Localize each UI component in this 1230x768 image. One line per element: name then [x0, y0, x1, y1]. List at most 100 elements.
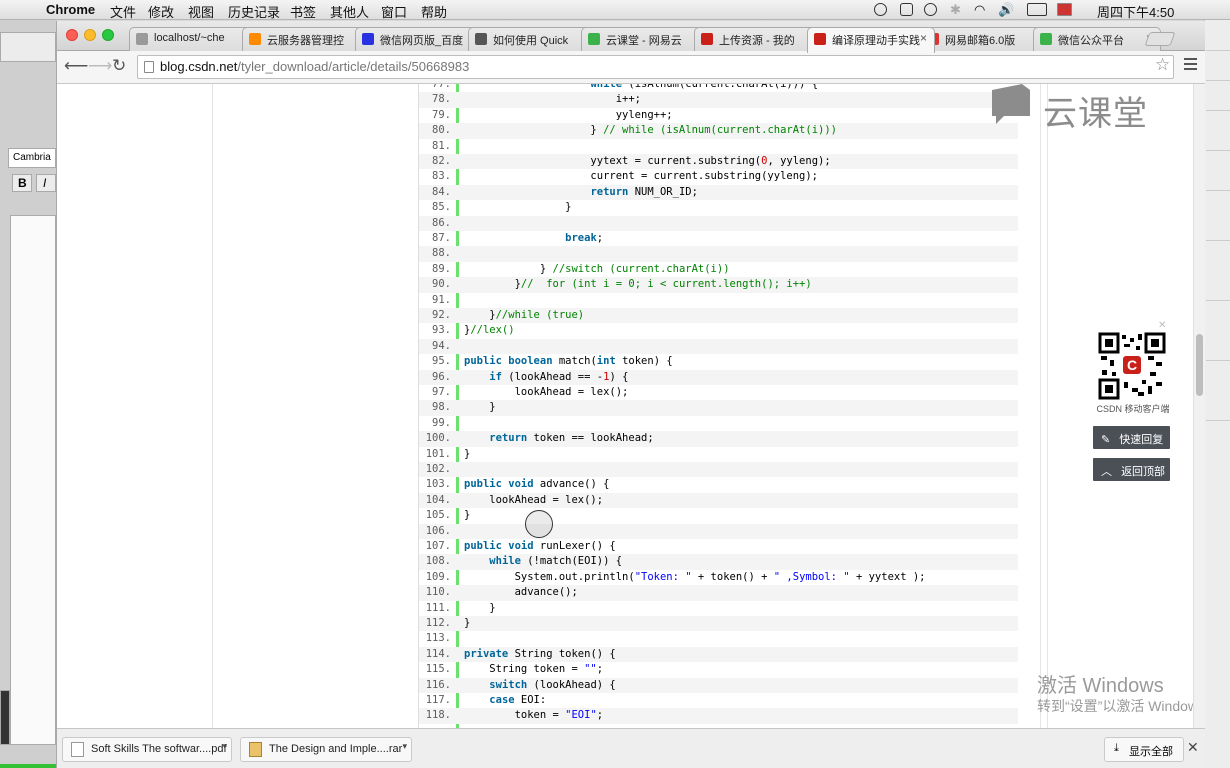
line-number: 117.: [425, 694, 451, 706]
code-token: void: [508, 540, 534, 552]
code-token: void: [508, 478, 534, 491]
code-text: token = "EOI";: [464, 708, 604, 723]
chevron-down-icon[interactable]: ▾: [222, 741, 227, 752]
forward-button[interactable]: ⟶: [88, 56, 112, 76]
browser-tab[interactable]: 网易邮箱6.0版 ×: [920, 27, 1048, 52]
close-window-button[interactable]: [66, 29, 78, 41]
italic-button[interactable]: I: [36, 174, 56, 192]
browser-tab[interactable]: localhost/~che×: [129, 27, 257, 52]
windows-activation-subtitle: 转到“设置”以激活 Windows。: [1037, 698, 1205, 714]
browser-tab[interactable]: 云服务器管理控×: [242, 27, 370, 52]
back-to-top-button[interactable]: ︿ 返回顶部: [1093, 458, 1170, 481]
input-flag-icon[interactable]: [1057, 3, 1072, 16]
quick-reply-button[interactable]: ✎ 快速回复: [1093, 426, 1170, 449]
download-item-pdf[interactable]: Soft Skills The softwar....pdf ▾: [62, 737, 232, 762]
volume-icon[interactable]: 🔊: [998, 2, 1014, 18]
page-scrollbar[interactable]: [1193, 84, 1205, 728]
code-line: 103. public void advance() {: [419, 477, 1018, 492]
line-number: 105.: [425, 509, 451, 522]
code-text: lookAhead = lex();: [464, 493, 603, 508]
scrollbar-thumb[interactable]: [1196, 334, 1203, 396]
new-tab-button[interactable]: [1144, 32, 1176, 46]
code-line: 101.}: [419, 447, 1018, 462]
reload-button[interactable]: ↻: [112, 56, 126, 76]
code-line: 95. public boolean match(int token) {: [419, 354, 1018, 369]
menu-window[interactable]: 窗口: [381, 2, 407, 21]
menu-edit[interactable]: 修改: [148, 2, 174, 21]
line-number: 104.: [425, 493, 451, 506]
tab-label: 编译原理动手实践: [832, 35, 920, 47]
menu-bookmarks[interactable]: 书签: [290, 2, 316, 21]
chrome-menu-icon[interactable]: [1184, 58, 1197, 73]
code-line: 90. }// for (int i = 0; i < current.leng…: [419, 277, 1018, 293]
minimize-window-button[interactable]: [84, 29, 96, 41]
bookmark-star-icon[interactable]: ☆: [1155, 55, 1170, 75]
code-line: 109. System.out.println("Token: " + toke…: [419, 570, 1018, 585]
line-number: 80.: [432, 124, 451, 137]
browser-tab[interactable]: 上传资源 - 我的×: [694, 27, 822, 52]
bold-button[interactable]: B: [12, 174, 32, 192]
time-machine-icon[interactable]: [924, 3, 937, 16]
font-selector[interactable]: Cambria: [8, 148, 56, 168]
dock-edge: [0, 690, 10, 745]
line-number: 103.: [425, 478, 451, 491]
menu-clock[interactable]: 周四下午4:50: [1097, 2, 1174, 21]
close-download-shelf-icon[interactable]: ✕: [1187, 739, 1199, 756]
code-text: }// for (int i = 0; i < current.length()…: [464, 277, 812, 292]
code-line: 118. token = "EOI";: [419, 708, 1018, 724]
wifi-icon[interactable]: ◠: [974, 2, 985, 18]
back-button[interactable]: ⟵: [64, 56, 88, 76]
browser-tab[interactable]: 微信公众平台×: [1033, 27, 1161, 52]
content-divider: [1040, 84, 1041, 728]
code-token: private: [464, 647, 509, 660]
menu-history[interactable]: 历史记录: [228, 2, 280, 21]
browser-tab[interactable]: 编译原理动手实践 ×: [807, 27, 935, 53]
line-number: 93.: [432, 324, 451, 337]
record-icon[interactable]: [874, 3, 887, 16]
code-text: return token == lookAhead;: [464, 431, 654, 446]
code-line: 106.: [419, 523, 1018, 539]
menu-help[interactable]: 帮助: [421, 2, 447, 21]
battery-status-icon[interactable]: [900, 3, 913, 16]
tab-close-icon[interactable]: ×: [920, 31, 927, 45]
browser-tab[interactable]: 如何使用 Quick×: [468, 27, 596, 52]
menu-file[interactable]: 文件: [110, 2, 136, 21]
code-text: String token = "";: [464, 662, 603, 677]
address-bar[interactable]: blog.csdn.net/tyler_download/article/det…: [137, 55, 1174, 79]
menu-people[interactable]: 其他人: [330, 2, 369, 21]
menu-view[interactable]: 视图: [188, 2, 214, 21]
line-number: 88.: [432, 247, 451, 260]
code-token: token == lookAhead;: [527, 432, 654, 445]
battery-icon[interactable]: [1027, 3, 1047, 16]
tab-favicon-icon: [1040, 33, 1052, 45]
code-text: System.out.println("Token: " + token() +…: [464, 570, 926, 585]
tab-favicon-icon: [475, 33, 487, 45]
code-line: 96. if (lookAhead == -1) {: [419, 369, 1018, 385]
line-number: 107.: [425, 540, 451, 552]
code-line: 105.}: [419, 508, 1018, 523]
show-all-downloads-button[interactable]: ⤓ 显示全部: [1104, 737, 1184, 762]
code-token: token =: [464, 709, 566, 722]
browser-tab[interactable]: 微信网页版_百度×: [355, 27, 483, 52]
code-token: //lex(): [470, 324, 515, 337]
download-item-rar[interactable]: The Design and Imple....rar ▾: [240, 737, 412, 762]
code-block: 77. while (isAlnum(current.charAt(i))) {…: [418, 84, 1018, 728]
code-line: 98. }: [419, 400, 1018, 416]
code-token: advance() {: [533, 478, 610, 491]
code-text: yyleng++;: [464, 108, 673, 123]
page-content: 77. while (isAlnum(current.charAt(i))) {…: [57, 84, 1205, 728]
zoom-window-button[interactable]: [102, 29, 114, 41]
qr-close-icon[interactable]: ✕: [1158, 320, 1166, 331]
bluetooth-icon[interactable]: ✱: [950, 2, 961, 18]
line-number: 106.: [425, 524, 451, 537]
chevron-down-icon[interactable]: ▾: [402, 741, 407, 752]
line-number: 92.: [432, 309, 451, 321]
browser-tab[interactable]: 云课堂 - 网易云×: [581, 27, 709, 52]
line-number: 84.: [432, 185, 451, 198]
app-menu[interactable]: Chrome: [46, 2, 95, 17]
code-text: current = current.substring(yyleng);: [464, 169, 818, 184]
code-line: 108. while (!match(EOI)) {: [419, 554, 1018, 570]
